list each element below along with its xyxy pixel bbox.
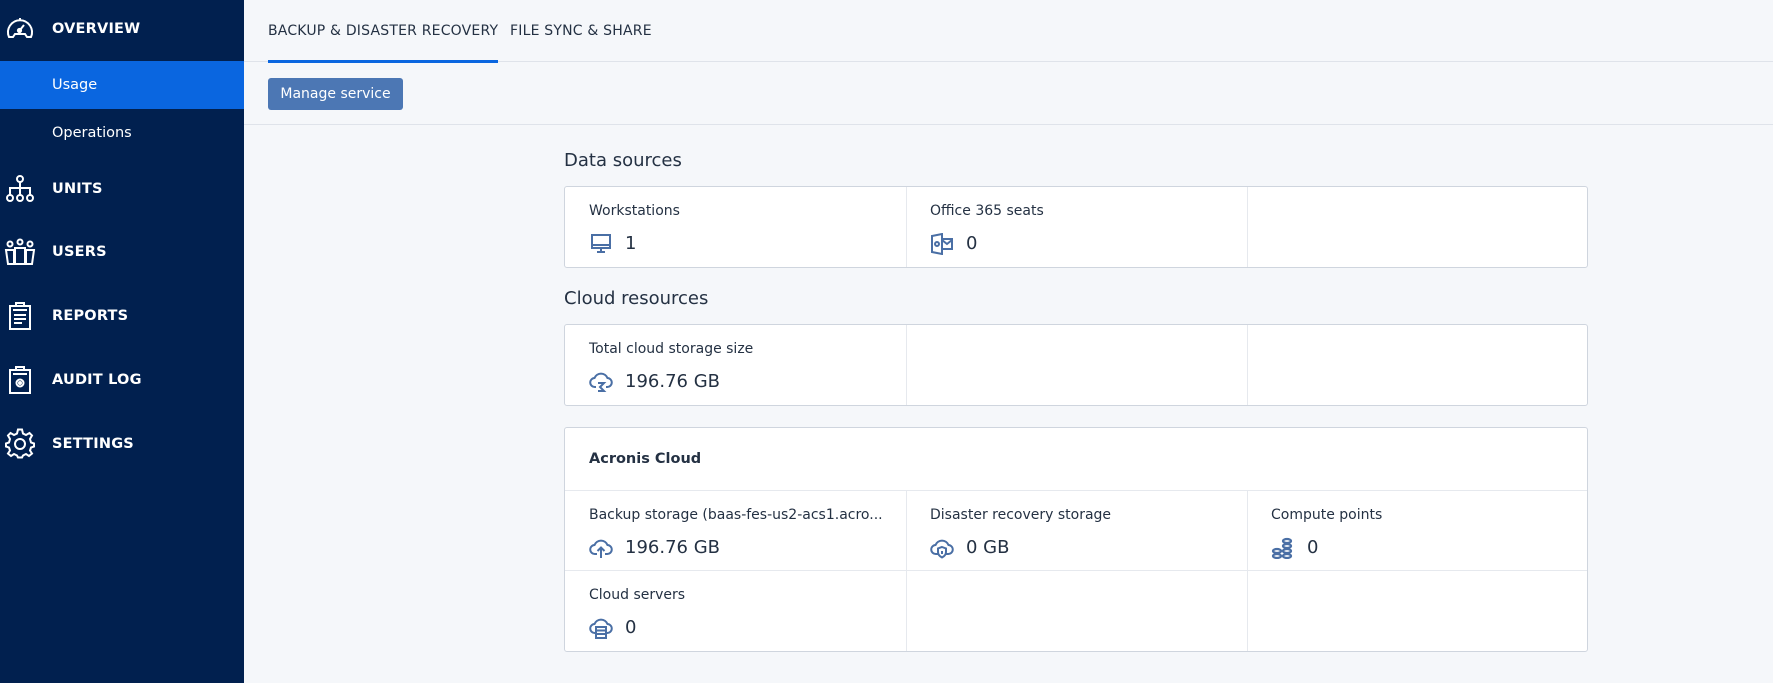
office365-seats-cell[interactable]: Office 365 seats 0 — [906, 187, 1247, 268]
data-sources-title: Data sources — [564, 150, 682, 171]
coins-stack-icon — [1271, 537, 1293, 559]
gear-icon — [5, 428, 35, 459]
sidebar-item-label: Operations — [52, 125, 132, 141]
clipboard-report-icon — [9, 302, 31, 330]
clipboard-gear-icon — [9, 366, 31, 394]
sidebar-item-audit-log[interactable]: AUDIT LOG — [0, 356, 244, 404]
metric-label: Workstations — [589, 203, 680, 219]
cloud-resources-card: Total cloud storage size 196.76 GB — [564, 324, 1588, 406]
metric-value: 0 — [1307, 537, 1319, 558]
manage-service-button[interactable]: Manage service — [268, 78, 403, 110]
total-cloud-storage-cell[interactable]: Total cloud storage size 196.76 GB — [565, 325, 906, 406]
dashboard-gauge-icon — [7, 18, 33, 38]
compute-points-cell[interactable]: Compute points 0 — [1247, 491, 1588, 572]
divider — [906, 325, 907, 405]
sidebar-item-users[interactable]: USERS — [0, 228, 244, 276]
sidebar-item-label: OVERVIEW — [52, 21, 141, 37]
metric-value: 1 — [625, 233, 637, 254]
backup-storage-cell[interactable]: Backup storage (baas-fes-us2-acs1.acro..… — [565, 491, 906, 572]
acronis-cloud-card: Acronis Cloud Backup storage (baas-fes-u… — [564, 427, 1588, 652]
cloud-server-icon — [589, 618, 613, 639]
cloud-servers-cell[interactable]: Cloud servers 0 — [565, 571, 906, 652]
disaster-recovery-storage-cell[interactable]: Disaster recovery storage 0 GB — [906, 491, 1247, 572]
toolbar: Manage service — [244, 62, 1773, 125]
acronis-cloud-title: Acronis Cloud — [589, 451, 702, 467]
divider — [1247, 187, 1248, 267]
sidebar-item-label: UNITS — [52, 181, 103, 197]
tab-backup-disaster-recovery[interactable]: BACKUP & DISASTER RECOVERY — [268, 0, 499, 63]
sidebar-item-units[interactable]: UNITS — [0, 165, 244, 213]
sidebar-item-usage[interactable]: Usage — [0, 61, 244, 109]
cloud-storage-icon — [589, 372, 613, 392]
metric-value: 196.76 GB — [625, 537, 721, 558]
metric-value: 0 — [966, 233, 978, 254]
sidebar-item-reports[interactable]: REPORTS — [0, 292, 244, 340]
sidebar-item-overview[interactable]: OVERVIEW — [0, 5, 244, 53]
metric-value: 0 GB — [966, 537, 1010, 558]
outlook-icon — [931, 233, 953, 255]
metric-label: Compute points — [1271, 507, 1383, 523]
metric-label: Cloud servers — [589, 587, 686, 603]
metric-label: Disaster recovery storage — [930, 507, 1112, 523]
metric-label: Office 365 seats — [930, 203, 1044, 219]
sidebar: OVERVIEW Usage Operations UNITS USERS RE… — [0, 0, 244, 683]
sidebar-item-label: SETTINGS — [52, 436, 134, 452]
data-sources-card: Workstations 1 Office 365 seats 0 — [564, 186, 1588, 268]
metric-value: 196.76 GB — [625, 371, 721, 392]
cloud-upload-icon — [589, 539, 613, 558]
sidebar-item-operations[interactable]: Operations — [0, 109, 244, 157]
service-tabs: BACKUP & DISASTER RECOVERY FILE SYNC & S… — [244, 0, 1773, 63]
divider — [1247, 325, 1248, 405]
metric-value: 0 — [625, 617, 637, 638]
sidebar-item-label: AUDIT LOG — [52, 372, 142, 388]
cloud-shield-icon — [930, 539, 954, 559]
metric-label: Total cloud storage size — [589, 341, 754, 357]
tab-file-sync-share[interactable]: FILE SYNC & SHARE — [510, 0, 652, 62]
sidebar-item-label: REPORTS — [52, 308, 129, 324]
users-group-icon — [4, 238, 36, 265]
monitor-icon — [591, 234, 611, 253]
tab-label: BACKUP & DISASTER RECOVERY — [268, 23, 499, 39]
org-hierarchy-icon — [6, 175, 34, 202]
cloud-resources-title: Cloud resources — [564, 288, 709, 309]
tab-label: FILE SYNC & SHARE — [510, 23, 652, 39]
sidebar-item-settings[interactable]: SETTINGS — [0, 420, 244, 468]
metric-label: Backup storage (baas-fes-us2-acs1.acro..… — [589, 507, 883, 523]
workstations-cell[interactable]: Workstations 1 — [565, 187, 906, 268]
sidebar-item-label: USERS — [52, 244, 107, 260]
sidebar-item-label: Usage — [52, 77, 98, 93]
